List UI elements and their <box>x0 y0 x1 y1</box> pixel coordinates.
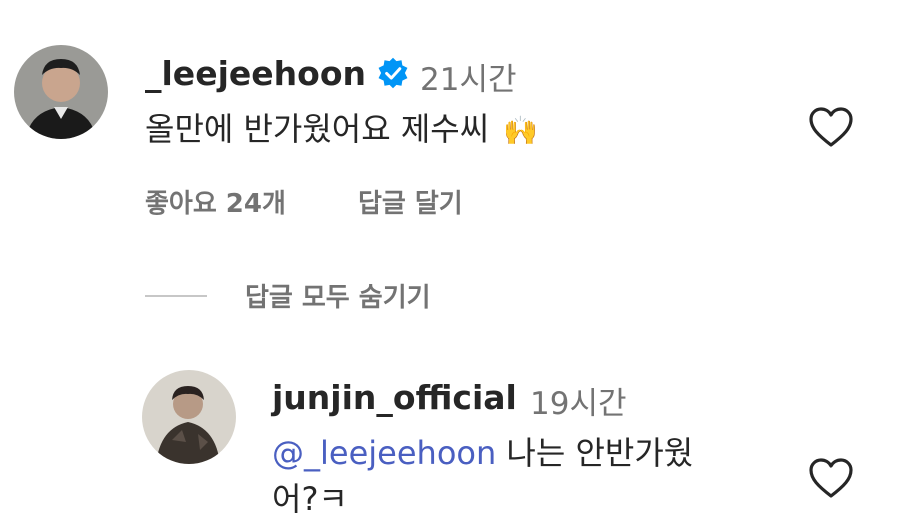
reply-body-line1: 나는 안반가웠 <box>496 434 694 472</box>
mention-link[interactable]: @_leejeehoon <box>272 434 496 472</box>
comment-body: 올만에 반가웠어요 제수씨 <box>145 110 490 148</box>
reply-button[interactable]: 답글 달기 <box>358 183 463 220</box>
reply-avatar[interactable] <box>142 370 236 464</box>
avatar[interactable] <box>14 45 108 139</box>
verified-badge-icon <box>376 56 410 90</box>
reply-text-line2: 어?ㅋ <box>272 480 348 518</box>
like-reply-heart-icon[interactable] <box>808 457 854 499</box>
hide-replies-button[interactable]: 답글 모두 숨기기 <box>245 277 431 314</box>
like-comment-heart-icon[interactable] <box>808 106 854 148</box>
comment-text: 올만에 반가웠어요 제수씨 🙌 <box>145 104 538 150</box>
replies-divider-line <box>145 295 207 297</box>
reply-username[interactable]: junjin_official <box>272 378 517 417</box>
comment-username[interactable]: _leejeehoon <box>145 54 366 93</box>
comment-timestamp[interactable]: 21시간 <box>420 54 517 99</box>
raised-hands-emoji-icon: 🙌 <box>503 114 539 147</box>
reply-text: @_leejeehoon 나는 안반가웠 <box>272 428 693 474</box>
reply-timestamp[interactable]: 19시간 <box>530 378 627 423</box>
comment-likes-count[interactable]: 좋아요 24개 <box>145 183 286 220</box>
